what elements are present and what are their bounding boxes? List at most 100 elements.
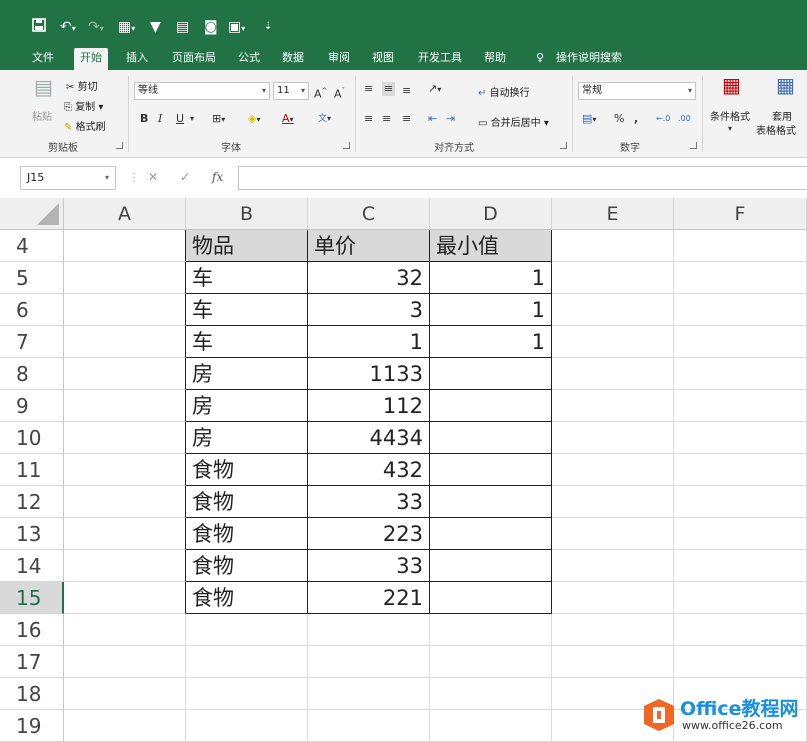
cell-d18[interactable] — [430, 678, 552, 710]
cell-e16[interactable] — [552, 614, 674, 646]
cell-e4[interactable] — [552, 230, 674, 262]
align-left-icon[interactable]: ≡ — [364, 112, 373, 126]
filter-icon[interactable]: ▼ — [150, 18, 161, 36]
font-launcher-icon[interactable] — [343, 142, 350, 149]
cell-d8[interactable] — [430, 358, 552, 390]
cell-d9[interactable] — [430, 390, 552, 422]
cell-a6[interactable] — [64, 294, 186, 326]
cell-b19[interactable] — [186, 710, 308, 742]
bold-button[interactable]: B — [140, 112, 148, 126]
cell-a15[interactable] — [64, 582, 186, 614]
cell-b8[interactable]: 房 — [186, 358, 308, 390]
cell-b14[interactable]: 食物 — [186, 550, 308, 582]
row-header-6[interactable]: 6 — [0, 294, 64, 326]
formula-input[interactable] — [238, 166, 807, 190]
comma-button[interactable]: , — [634, 112, 638, 126]
cell-b15[interactable]: 食物 — [186, 582, 308, 614]
cell-d14[interactable] — [430, 550, 552, 582]
cell-d10[interactable] — [430, 422, 552, 454]
decrease-decimal-icon[interactable]: .00 — [678, 112, 691, 126]
row-header-15[interactable]: 15 — [0, 582, 64, 614]
row-header-8[interactable]: 8 — [0, 358, 64, 390]
cell-f8[interactable] — [674, 358, 807, 390]
cell-a18[interactable] — [64, 678, 186, 710]
cell-e12[interactable] — [552, 486, 674, 518]
align-top-icon[interactable]: ≡ — [364, 82, 373, 96]
row-header-4[interactable]: 4 — [0, 230, 64, 262]
select-all-button[interactable] — [0, 198, 64, 230]
tab-review[interactable]: 审阅 — [322, 48, 356, 70]
cell-f6[interactable] — [674, 294, 807, 326]
cell-f5[interactable] — [674, 262, 807, 294]
cell-a5[interactable] — [64, 262, 186, 294]
alignment-launcher-icon[interactable] — [560, 142, 567, 149]
cell-f13[interactable] — [674, 518, 807, 550]
copy-button[interactable]: ⎘ 复制 ▾ — [64, 98, 103, 113]
cell-a19[interactable] — [64, 710, 186, 742]
cell-e7[interactable] — [552, 326, 674, 358]
wrap-text-button[interactable]: ↵ 自动换行 — [478, 84, 530, 99]
cell-e10[interactable] — [552, 422, 674, 454]
cell-a7[interactable] — [64, 326, 186, 358]
cell-c5[interactable]: 32 — [308, 262, 430, 294]
clipboard-launcher-icon[interactable] — [116, 142, 123, 149]
tab-view[interactable]: 视图 — [366, 48, 400, 70]
cell-f10[interactable] — [674, 422, 807, 454]
font-size-combo[interactable]: 11 ▾ — [273, 82, 309, 100]
cut-button[interactable]: ✂ 剪切 — [66, 78, 98, 93]
format-as-table-icon[interactable]: ▦ — [776, 75, 795, 95]
cell-c9[interactable]: 112 — [308, 390, 430, 422]
cell-f9[interactable] — [674, 390, 807, 422]
cell-c14[interactable]: 33 — [308, 550, 430, 582]
row-header-11[interactable]: 11 — [0, 454, 64, 486]
cell-d17[interactable] — [430, 646, 552, 678]
cell-f17[interactable] — [674, 646, 807, 678]
cell-b11[interactable]: 食物 — [186, 454, 308, 486]
cell-a13[interactable] — [64, 518, 186, 550]
chevron-down-icon[interactable]: ▾ — [728, 122, 732, 136]
column-header-c[interactable]: C — [308, 198, 430, 230]
row-header-12[interactable]: 12 — [0, 486, 64, 518]
cell-a8[interactable] — [64, 358, 186, 390]
cell-f15[interactable] — [674, 582, 807, 614]
cell-e17[interactable] — [552, 646, 674, 678]
cell-a11[interactable] — [64, 454, 186, 486]
cell-f12[interactable] — [674, 486, 807, 518]
row-header-16[interactable]: 16 — [0, 614, 64, 646]
increase-indent-icon[interactable]: ⇥ — [446, 112, 455, 126]
cell-c11[interactable]: 432 — [308, 454, 430, 486]
enter-icon[interactable]: ✓ — [180, 170, 190, 184]
cell-b7[interactable]: 车 — [186, 326, 308, 358]
column-header-d[interactable]: D — [430, 198, 552, 230]
conditional-format-icon[interactable]: ▦ — [722, 75, 741, 95]
row-header-7[interactable]: 7 — [0, 326, 64, 358]
orientation-icon[interactable]: ↗▾ — [428, 82, 441, 97]
cell-a9[interactable] — [64, 390, 186, 422]
tab-formulas[interactable]: 公式 — [232, 48, 266, 70]
cell-c10[interactable]: 4434 — [308, 422, 430, 454]
cell-d6[interactable]: 1 — [430, 294, 552, 326]
italic-button[interactable]: I — [158, 112, 162, 126]
borders-icon[interactable]: ⊞▾ — [212, 112, 225, 127]
cell-b9[interactable]: 房 — [186, 390, 308, 422]
cell-c16[interactable] — [308, 614, 430, 646]
cell-e11[interactable] — [552, 454, 674, 486]
format-as-table-label-1[interactable]: 套用 — [772, 108, 792, 123]
cell-a10[interactable] — [64, 422, 186, 454]
fill-color-icon[interactable]: ◈▾ — [248, 112, 260, 127]
row-header-13[interactable]: 13 — [0, 518, 64, 550]
cell-b17[interactable] — [186, 646, 308, 678]
cell-e6[interactable] — [552, 294, 674, 326]
row-header-9[interactable]: 9 — [0, 390, 64, 422]
format-as-table-label-2[interactable]: 表格格式 — [756, 122, 796, 137]
cell-a4[interactable] — [64, 230, 186, 262]
number-launcher-icon[interactable] — [690, 142, 697, 149]
conditional-format-button[interactable]: 条件格式 — [710, 108, 750, 123]
cell-f14[interactable] — [674, 550, 807, 582]
align-middle-icon[interactable]: ≡ — [382, 82, 396, 96]
cell-a14[interactable] — [64, 550, 186, 582]
cell-e8[interactable] — [552, 358, 674, 390]
number-format-combo[interactable]: 常规 ▾ — [578, 82, 696, 100]
name-box[interactable]: J15 ▾ — [20, 166, 116, 190]
paste-button[interactable]: 粘贴 — [32, 108, 52, 123]
